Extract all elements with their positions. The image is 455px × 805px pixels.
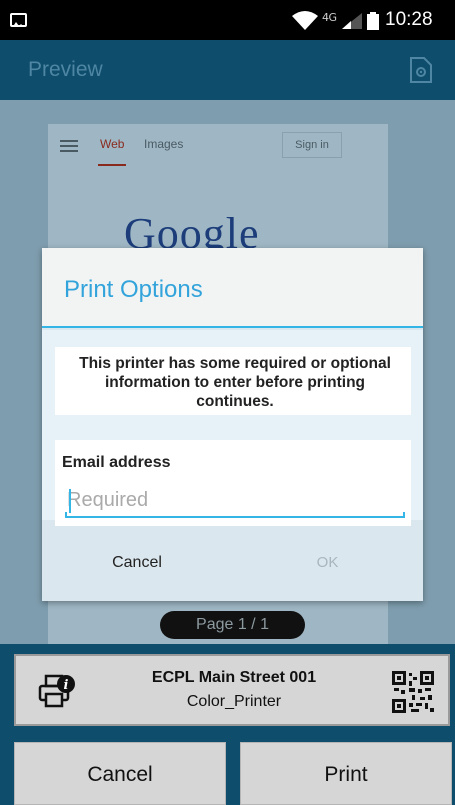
dialog-message-box: This printer has some required or option… [55,347,411,415]
action-bar: Preview [0,40,455,100]
dialog-header: Print Options [42,248,423,328]
cancel-button[interactable]: Cancel [14,742,226,805]
settings-doc-icon[interactable] [409,56,433,84]
printer-model: Color_Printer [186,693,282,710]
printer-selector[interactable]: i ECPL Main Street 001 Color_Printer [14,654,450,726]
dialog-ok-button[interactable]: OK [232,554,423,571]
preview-sign-in-button: Sign in [282,132,342,158]
status-clock: 10:28 [385,9,433,30]
input-underline-tick-left [65,512,67,518]
dialog-cancel-button[interactable]: Cancel [42,554,232,572]
qr-code-icon[interactable] [392,671,434,713]
dialog-message: This printer has some required or option… [79,355,391,410]
signal-icon [342,13,362,29]
dialog-body: This printer has some required or option… [42,330,423,526]
print-button[interactable]: Print [240,742,452,805]
print-options-dialog: Print Options This printer has some requ… [42,248,423,601]
page-title: Preview [28,58,103,81]
preview-tab-images: Images [144,137,184,151]
status-bar: 4G 10:28 [0,0,455,40]
wifi-icon [292,11,318,30]
battery-icon [367,12,379,30]
preview-tab-underline [98,164,126,166]
printer-name: ECPL Main Street 001 [151,669,317,686]
menu-icon [60,140,78,152]
email-field-group: Email address [55,440,411,526]
email-field-label: Email address [62,454,171,471]
bottom-panel: i ECPL Main Street 001 Color_Printer Can… [0,644,455,805]
preview-tab-web: Web [100,137,125,151]
dialog-title: Print Options [64,276,203,303]
text-cursor [69,489,71,513]
network-type-label: 4G [322,11,337,24]
email-field[interactable] [65,484,405,518]
dialog-actions: Cancel OK [42,530,423,601]
input-underline-tick-right [403,512,405,518]
gallery-icon [10,13,27,27]
page-indicator: Page 1 / 1 [160,611,305,639]
